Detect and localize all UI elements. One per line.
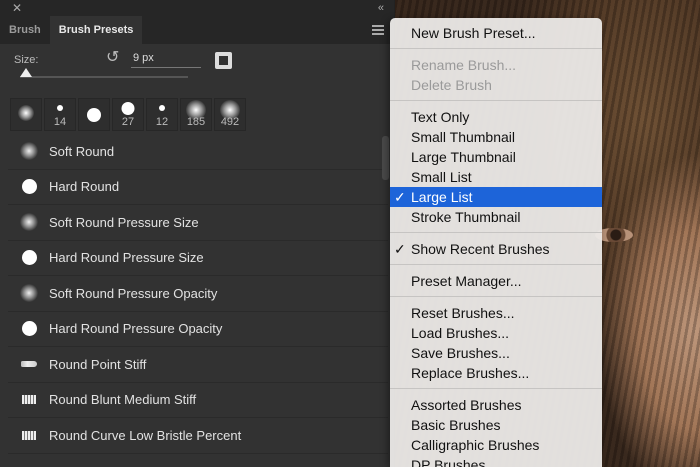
tab-brush-presets[interactable]: Brush Presets xyxy=(49,16,143,44)
menu-item-load-brushes[interactable]: Load Brushes... xyxy=(390,323,602,343)
preset-label: Round Curve Low Bristle Percent xyxy=(49,427,242,443)
hard-brush-icon xyxy=(121,102,135,115)
panel-tabs: Brush Brush Presets xyxy=(0,16,394,44)
menu-item-text-only[interactable]: Text Only xyxy=(390,107,602,127)
preset-label: Soft Round Pressure Opacity xyxy=(49,285,218,301)
preset-label: Round Blunt Medium Stiff xyxy=(49,392,197,408)
recent-brush[interactable] xyxy=(10,98,42,131)
menu-item-large-list[interactable]: ✓ Large List xyxy=(390,187,602,207)
menu-item-small-thumbnail[interactable]: Small Thumbnail xyxy=(390,127,602,147)
menu-separator xyxy=(390,100,602,101)
recent-brush-size: 12 xyxy=(155,116,169,128)
panel-titlebar: ✕ « xyxy=(0,0,394,16)
panel-menu-icon[interactable] xyxy=(372,25,384,35)
menu-item-dp-brushes[interactable]: DP Brushes xyxy=(390,455,602,467)
menu-item-large-thumbnail[interactable]: Large Thumbnail xyxy=(390,147,602,167)
menu-item-preset-manager[interactable]: Preset Manager... xyxy=(390,271,602,291)
recent-brush-size: 27 xyxy=(121,116,135,128)
recent-brush-size: 492 xyxy=(220,116,240,128)
menu-item-replace-brushes[interactable]: Replace Brushes... xyxy=(390,363,602,383)
hard-brush-icon xyxy=(87,108,101,122)
hard-brush-icon xyxy=(15,179,43,195)
blunt-brush-icon xyxy=(15,395,43,405)
preset-label: Hard Round Pressure Opacity xyxy=(49,321,223,337)
size-label: Size: xyxy=(14,54,39,66)
menu-item-delete-brush: Delete Brush xyxy=(411,77,492,93)
menu-item-rename-brush: Rename Brush... xyxy=(411,57,517,73)
size-input[interactable]: 9 px xyxy=(131,50,201,68)
menu-item-label: Show Recent Brushes xyxy=(411,241,550,257)
list-item[interactable]: Round Blunt Medium Stiff xyxy=(8,383,388,418)
menu-item-assorted-brushes[interactable]: Assorted Brushes xyxy=(390,395,602,415)
menu-separator xyxy=(390,232,602,233)
hard-brush-icon xyxy=(159,105,165,111)
menu-separator xyxy=(390,48,602,49)
preset-label: Hard Round Pressure Size xyxy=(49,250,204,266)
menu-item-calligraphic-brushes[interactable]: Calligraphic Brushes xyxy=(390,435,602,455)
soft-brush-icon xyxy=(15,142,43,161)
recent-brush[interactable]: 492 xyxy=(214,98,246,131)
recent-brush[interactable]: 14 xyxy=(44,98,76,131)
menu-item-reset-brushes[interactable]: Reset Brushes... xyxy=(390,303,602,323)
reset-size-icon[interactable]: ↺ xyxy=(106,49,119,67)
brush-presets-panel: ✕ « Brush Brush Presets Size: ↺ 9 px 14 … xyxy=(0,0,395,467)
list-item[interactable]: Soft Round Pressure Size xyxy=(8,205,388,241)
recent-brushes: 14 27 12 185 492 xyxy=(10,98,246,131)
list-item[interactable]: Hard Round Pressure Opacity xyxy=(8,312,388,347)
list-scrollbar[interactable] xyxy=(382,136,389,180)
menu-item-basic-brushes[interactable]: Basic Brushes xyxy=(390,415,602,435)
tab-brush[interactable]: Brush xyxy=(0,16,50,44)
hard-brush-icon xyxy=(15,321,43,337)
preset-label: Soft Round Pressure Size xyxy=(49,214,199,230)
list-item[interactable]: Round Point Stiff xyxy=(8,347,388,383)
soft-brush-icon xyxy=(18,105,34,121)
panel-flyout-menu: New Brush Preset... Rename Brush... Dele… xyxy=(390,18,602,467)
size-controls: Size: ↺ 9 px xyxy=(0,44,394,98)
recent-brush[interactable]: 185 xyxy=(180,98,212,131)
size-slider-thumb[interactable] xyxy=(20,68,32,77)
soft-brush-icon xyxy=(15,284,43,303)
checkmark-icon: ✓ xyxy=(394,241,406,257)
preset-label: Soft Round xyxy=(49,143,115,159)
preset-label: Round Point Stiff xyxy=(49,356,147,372)
menu-item-show-recent-brushes[interactable]: ✓ Show Recent Brushes xyxy=(390,239,602,259)
recent-brush[interactable] xyxy=(78,98,110,131)
menu-item-label: Large List xyxy=(411,189,473,205)
blunt-brush-icon xyxy=(15,430,43,440)
close-icon[interactable]: ✕ xyxy=(12,1,22,15)
stiff-brush-icon xyxy=(15,361,43,368)
hard-brush-icon xyxy=(15,250,43,266)
list-item[interactable]: Hard Round Pressure Size xyxy=(8,241,388,276)
menu-item-save-brushes[interactable]: Save Brushes... xyxy=(390,343,602,363)
new-preset-icon[interactable] xyxy=(215,52,232,69)
menu-item-new-brush-preset[interactable]: New Brush Preset... xyxy=(390,23,602,43)
soft-brush-icon xyxy=(15,213,43,232)
menu-separator xyxy=(390,388,602,389)
list-item[interactable]: Soft Round xyxy=(8,134,388,170)
preset-list: Soft Round Hard Round Soft Round Pressur… xyxy=(8,134,388,454)
list-item[interactable]: Hard Round xyxy=(8,170,388,205)
collapse-icon[interactable]: « xyxy=(378,1,384,15)
size-slider[interactable] xyxy=(20,76,188,78)
list-item[interactable]: Round Curve Low Bristle Percent xyxy=(8,418,388,454)
menu-item-stroke-thumbnail[interactable]: Stroke Thumbnail xyxy=(390,207,602,227)
menu-separator xyxy=(390,296,602,297)
menu-separator xyxy=(390,264,602,265)
list-item[interactable]: Soft Round Pressure Opacity xyxy=(8,276,388,312)
recent-brush[interactable]: 12 xyxy=(146,98,178,131)
hard-brush-icon xyxy=(57,105,63,111)
menu-item-small-list[interactable]: Small List xyxy=(390,167,602,187)
recent-brush[interactable]: 27 xyxy=(112,98,144,131)
recent-brush-size: 185 xyxy=(186,116,206,128)
checkmark-icon: ✓ xyxy=(394,189,406,205)
preset-label: Hard Round xyxy=(49,179,120,195)
recent-brush-size: 14 xyxy=(53,116,67,128)
